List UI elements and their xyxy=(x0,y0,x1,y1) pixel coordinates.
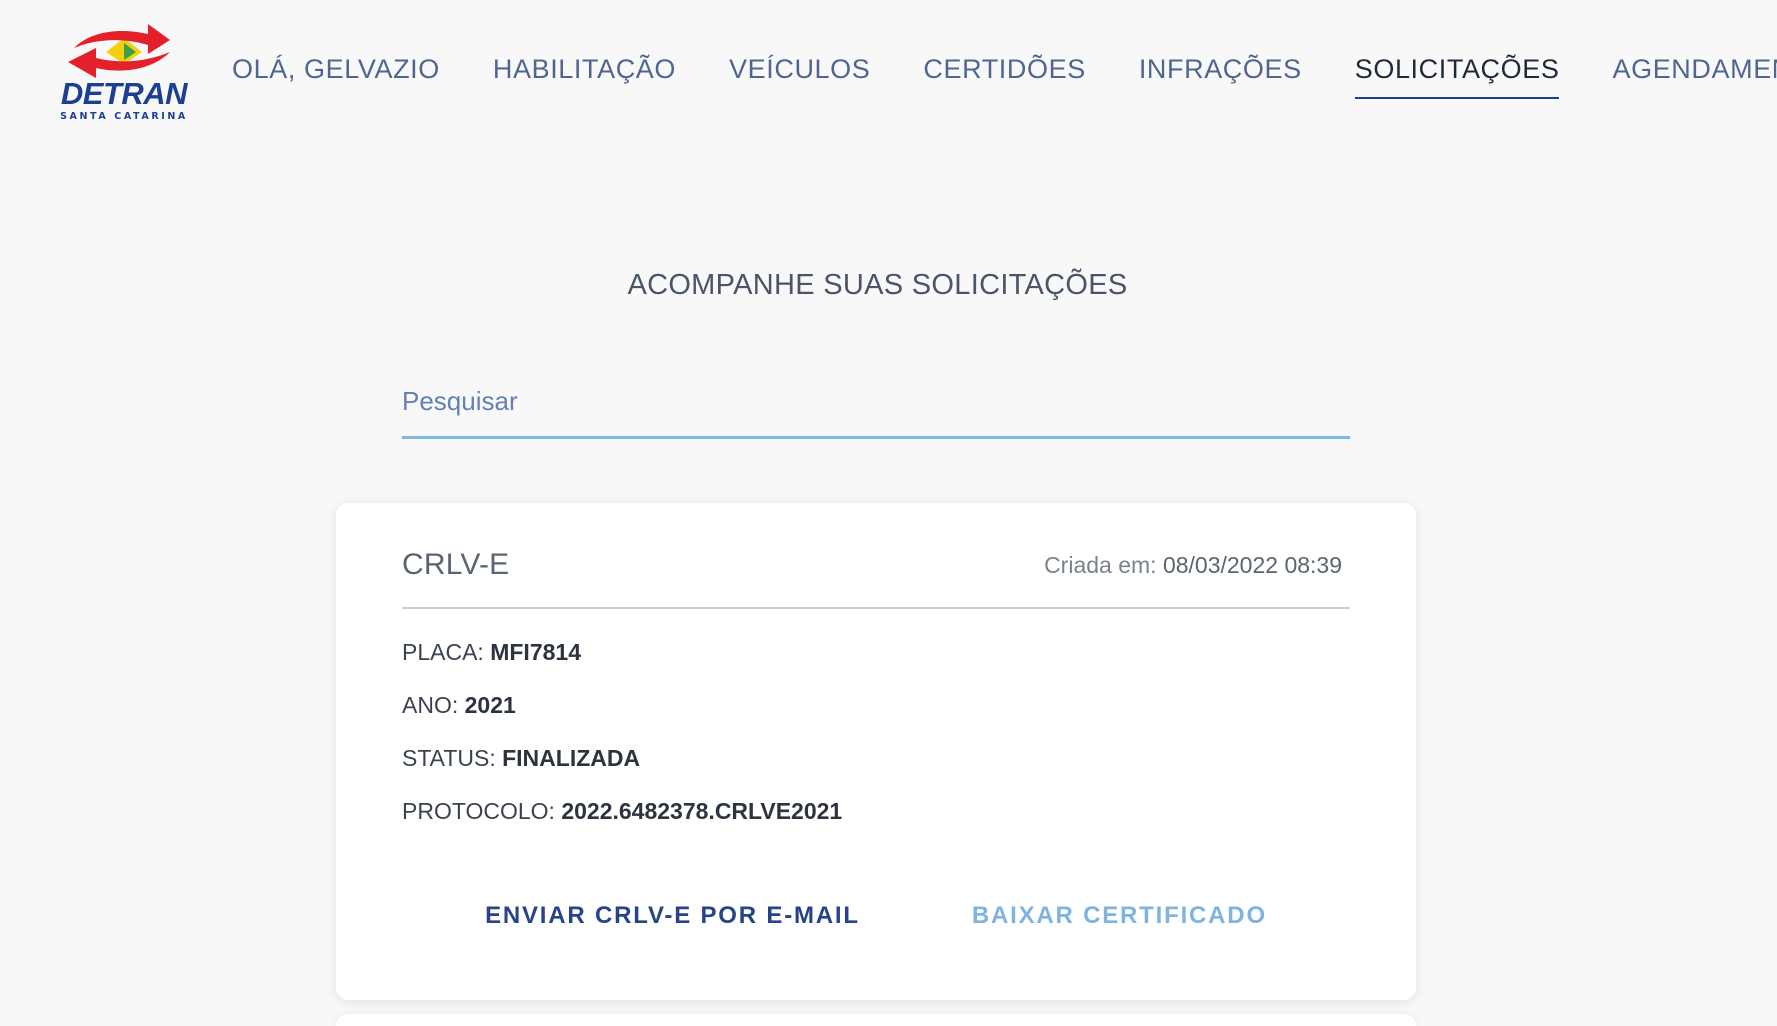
nav-item-veiculos[interactable]: VEÍCULOS xyxy=(729,53,870,97)
main-nav: OLÁ, GELVAZIO HABILITAÇÃO VEÍCULOS CERTI… xyxy=(232,53,1777,99)
logo-wordmark: DETRAN xyxy=(60,76,188,111)
created-label: Criada em: xyxy=(1044,552,1157,578)
field-status-label: STATUS: xyxy=(402,745,496,771)
search-container xyxy=(402,378,1350,439)
field-status: STATUS: FINALIZADA xyxy=(402,744,842,772)
nav-item-certidoes[interactable]: CERTIDÕES xyxy=(923,53,1085,97)
detran-logo[interactable]: DETRAN SANTA CATARINA xyxy=(52,14,196,126)
field-protocolo: PROTOCOLO: 2022.6482378.CRLVE2021 xyxy=(402,797,842,825)
request-card: CRLV-E Criada em: 08/03/2022 08:39 PLACA… xyxy=(336,503,1416,1000)
field-placa: PLACA: MFI7814 xyxy=(402,638,842,666)
nav-item-infracoes[interactable]: INFRAÇÕES xyxy=(1139,53,1302,97)
request-created-date: Criada em: 08/03/2022 08:39 xyxy=(1044,551,1342,579)
request-card-header: CRLV-E Criada em: 08/03/2022 08:39 xyxy=(402,539,1350,609)
created-value: 08/03/2022 08:39 xyxy=(1162,552,1342,578)
request-details: PLACA: MFI7814 ANO: 2021 STATUS: FINALIZ… xyxy=(402,638,842,850)
nav-item-solicitacoes[interactable]: SOLICITAÇÕES xyxy=(1354,53,1560,99)
request-title: CRLV-E xyxy=(402,548,510,581)
field-placa-label: PLACA: xyxy=(402,639,484,665)
next-request-card xyxy=(336,1014,1416,1026)
field-protocolo-value: 2022.6482378.CRLVE2021 xyxy=(561,798,843,824)
nav-item-agendamento[interactable]: AGENDAMENTO xyxy=(1612,53,1777,97)
field-ano-label: ANO: xyxy=(402,692,459,718)
send-crlv-email-button[interactable]: ENVIAR CRLV-E POR E-MAIL xyxy=(485,901,860,931)
search-input[interactable] xyxy=(402,378,1350,424)
page-title: ACOMPANHE SUAS SOLICITAÇÕES xyxy=(627,269,1128,301)
nav-item-habilitacao[interactable]: HABILITAÇÃO xyxy=(493,53,676,97)
field-ano-value: 2021 xyxy=(464,692,516,718)
download-certificate-button[interactable]: BAIXAR CERTIFICADO xyxy=(972,901,1267,931)
field-ano: ANO: 2021 xyxy=(402,691,842,719)
request-actions: ENVIAR CRLV-E POR E-MAIL BAIXAR CERTIFIC… xyxy=(336,901,1416,931)
detran-logo-emblem xyxy=(68,24,170,78)
logo-subtitle: SANTA CATARINA xyxy=(60,111,188,122)
field-protocolo-label: PROTOCOLO: xyxy=(402,798,555,824)
field-status-value: FINALIZADA xyxy=(502,745,641,771)
site-header: DETRAN SANTA CATARINA OLÁ, GELVAZIO HABI… xyxy=(0,0,1777,140)
nav-item-greeting[interactable]: OLÁ, GELVAZIO xyxy=(232,53,440,97)
field-placa-value: MFI7814 xyxy=(490,639,581,665)
